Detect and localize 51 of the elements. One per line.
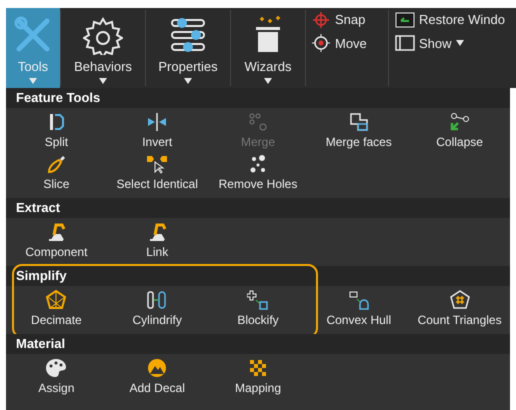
ribbon-button[interactable]: Wizards: [231, 8, 305, 88]
decal-icon: [146, 358, 168, 378]
tool-button[interactable]: Slice: [6, 153, 107, 195]
ribbon-small-button[interactable]: Show: [395, 34, 516, 53]
cylinder-icon: [146, 290, 168, 310]
select-cursor-icon: [146, 154, 168, 174]
section-header: Extract: [6, 198, 510, 218]
section-header: Material: [6, 334, 510, 354]
ribbon-button[interactable]: Properties: [146, 8, 230, 88]
tool-button[interactable]: Add Decal: [106, 357, 208, 399]
ribbon-button[interactable]: Behaviors: [61, 8, 145, 88]
tool-button[interactable]: Collapse: [409, 111, 510, 153]
tool-button[interactable]: Assign: [6, 357, 107, 399]
merge-faces-icon: [348, 112, 370, 132]
tool-button[interactable]: Component: [6, 221, 107, 263]
tool-button[interactable]: Invert: [106, 111, 208, 153]
caret-icon: [99, 78, 107, 84]
tool-button[interactable]: Cylindrify: [106, 289, 208, 331]
invert-icon: [146, 112, 168, 132]
crosshair-icon: [312, 10, 330, 29]
tool-button[interactable]: Count Triangles: [409, 289, 510, 331]
merge-icon: [246, 112, 269, 132]
tool-button[interactable]: Convex Hull: [308, 289, 410, 331]
ribbon-small-button[interactable]: Move: [312, 34, 382, 53]
tool-button[interactable]: Select Identical: [106, 153, 208, 195]
tool-button[interactable]: Decimate: [6, 289, 107, 331]
tool-button[interactable]: Link: [106, 221, 208, 263]
ribbon-small-button[interactable]: Snap: [312, 10, 382, 30]
caret-icon: [184, 78, 192, 84]
gear-icon: [83, 14, 123, 54]
dropdown-caret-icon: [456, 40, 464, 46]
collapse-icon: [448, 112, 471, 132]
hash-pentagon-icon: [448, 290, 471, 310]
convex-hull-icon: [348, 290, 370, 310]
window-icon: [395, 10, 415, 29]
block-icon: [246, 290, 269, 310]
pentagon-icon: [45, 290, 68, 310]
tool-button[interactable]: Remove Holes: [208, 153, 308, 195]
tool-button[interactable]: Merge faces: [308, 111, 410, 153]
section-header: Feature Tools: [6, 88, 510, 108]
panel-icon: [395, 34, 415, 52]
ribbon-small-button[interactable]: Restore Windo: [395, 10, 516, 30]
target-icon: [312, 34, 330, 52]
palette-icon: [45, 358, 68, 378]
tool-button[interactable]: Split: [6, 111, 107, 153]
caret-icon: [29, 78, 37, 84]
section-header: Simplify: [6, 266, 510, 286]
knife-icon: [45, 154, 68, 174]
caret-icon: [264, 78, 272, 84]
tool-button[interactable]: Blockify: [208, 289, 308, 331]
tool-button[interactable]: Mapping: [208, 357, 308, 399]
